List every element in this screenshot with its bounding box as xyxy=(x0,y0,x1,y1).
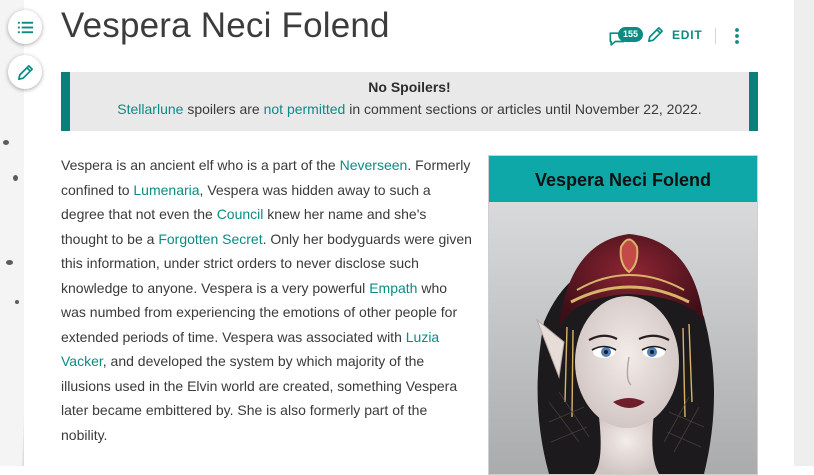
article-link[interactable]: Neverseen xyxy=(340,157,408,173)
scroll-rail[interactable] xyxy=(794,0,814,466)
pencil-icon xyxy=(17,64,33,80)
comment-count-badge: 155 xyxy=(618,27,644,42)
infobox-title: Vespera Neci Folend xyxy=(489,156,757,202)
notice-link-stellarlune[interactable]: Stellarlune xyxy=(117,101,183,117)
edit-fab-button[interactable] xyxy=(8,55,42,89)
character-infobox: Vespera Neci Folend xyxy=(488,155,758,475)
notice-text-part: spoilers are xyxy=(183,101,264,117)
article-text: , and developed the system by which majo… xyxy=(61,353,458,443)
toolbar-divider xyxy=(715,28,716,44)
article-text: Vespera is an ancient elf who is a part … xyxy=(61,157,340,173)
notice-link-not-permitted[interactable]: not permitted xyxy=(264,101,346,117)
article-link[interactable]: Empath xyxy=(369,280,417,296)
comments-button[interactable]: 155 xyxy=(604,24,644,48)
more-vertical-icon xyxy=(735,28,739,44)
article-link[interactable]: Forgotten Secret xyxy=(158,231,262,247)
pencil-icon xyxy=(647,26,664,43)
page-actions: 155 EDIT xyxy=(600,14,760,54)
notice-text: Stellarlune spoilers are not permitted i… xyxy=(70,101,749,117)
notice-text-part: in comment sections or articles until No… xyxy=(345,101,702,117)
article-intro: Vespera is an ancient elf who is a part … xyxy=(61,153,473,447)
edit-button[interactable]: EDIT xyxy=(646,25,703,44)
edit-label: EDIT xyxy=(672,27,703,42)
notice-title: No Spoilers! xyxy=(368,79,451,95)
table-of-contents-button[interactable] xyxy=(8,10,42,44)
page-title: Vespera Neci Folend xyxy=(61,6,390,45)
more-options-button[interactable] xyxy=(732,26,742,46)
article-link[interactable]: Council xyxy=(217,206,264,222)
article-link[interactable]: Lumenaria xyxy=(133,182,199,198)
character-portrait xyxy=(489,202,757,474)
spoiler-notice: No Spoilers! Stellarlune spoilers are no… xyxy=(61,72,758,131)
list-icon xyxy=(17,21,33,33)
